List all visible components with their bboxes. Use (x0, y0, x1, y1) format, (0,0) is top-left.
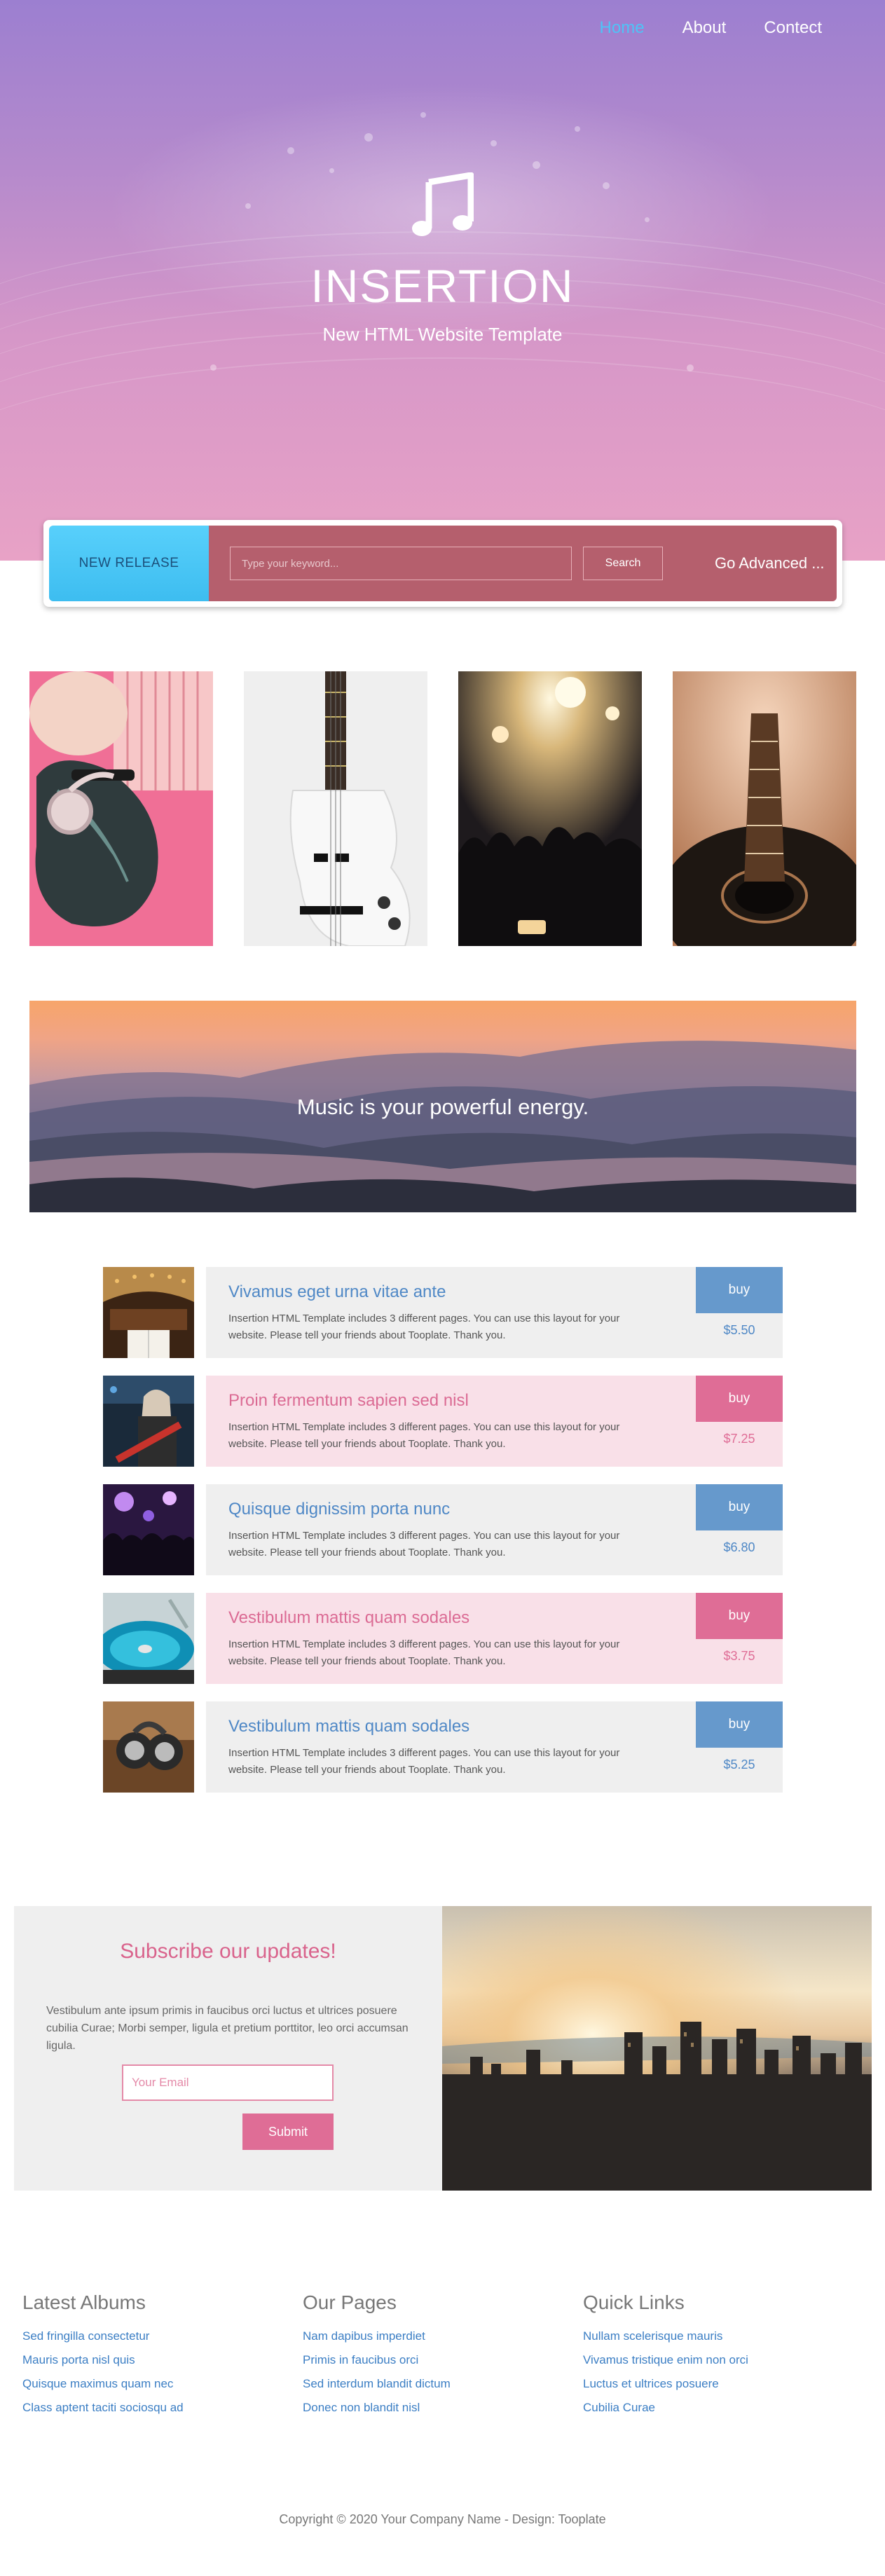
product-description: Insertion HTML Template includes 3 diffe… (228, 1421, 620, 1450)
footer-columns: Latest Albums Sed fringilla consectetur … (22, 2291, 863, 2425)
product-card: Vestibulum mattis quam sodales Insertion… (206, 1593, 783, 1684)
photo-gallery (29, 671, 856, 946)
bokeh-dot (490, 140, 497, 146)
city-skyline-photo (442, 1906, 872, 2191)
banner-text: Music is your powerful energy. (296, 1095, 589, 1119)
footer-link[interactable]: Sed interdum blandit dictum (303, 2377, 583, 2391)
subscribe-text: Vestibulum ante ipsum primis in faucibus… (46, 2005, 409, 2052)
bokeh-dot (287, 147, 294, 154)
gallery-photo-acoustic-guitar (673, 671, 856, 946)
product-price: $5.50 (723, 1323, 755, 1337)
product-thumbnail (103, 1376, 194, 1467)
product-list: Vivamus eget urna vitae ante Insertion H… (103, 1267, 783, 1810)
bokeh-dot (645, 217, 650, 222)
bokeh-dot (420, 112, 426, 118)
product-description: Insertion HTML Template includes 3 diffe… (228, 1530, 620, 1558)
bokeh-dot (210, 364, 217, 371)
new-release-button[interactable]: NEW RELEASE (49, 526, 209, 601)
nav-about[interactable]: About (682, 18, 727, 38)
hero-title: INSERTION (310, 260, 575, 312)
gallery-photo-concert (458, 671, 642, 946)
email-input[interactable] (122, 2064, 334, 2101)
footer-column-title: Quick Links (583, 2291, 685, 2313)
keyword-input[interactable] (230, 547, 572, 580)
product-item: Quisque dignissim porta nunc Insertion H… (103, 1484, 783, 1575)
nav-contact[interactable]: Contect (764, 18, 822, 38)
copyright-text: Copyright © 2020 Your Company Name - Des… (279, 2512, 606, 2526)
footer-link[interactable]: Donec non blandit nisl (303, 2401, 583, 2415)
footer-link[interactable]: Nam dapibus imperdiet (303, 2329, 583, 2343)
product-thumbnail (103, 1484, 194, 1575)
search-button[interactable]: Search (583, 547, 663, 580)
submit-button[interactable]: Submit (242, 2113, 334, 2150)
product-item: Proin fermentum sapien sed nisl Insertio… (103, 1376, 783, 1467)
hero-subtitle: New HTML Website Template (322, 324, 563, 345)
go-advanced-link[interactable]: Go Advanced ... (715, 554, 825, 573)
music-note-icon (412, 172, 474, 236)
product-price: $5.25 (723, 1758, 755, 1772)
buy-button[interactable]: buy (696, 1484, 783, 1530)
subscribe-panel: Subscribe our updates! Vestibulum ante i… (14, 1906, 442, 2191)
product-description: Insertion HTML Template includes 3 diffe… (228, 1313, 620, 1341)
product-thumbnail (103, 1701, 194, 1793)
footer-column-quick-links: Quick Links Nullam scelerisque mauris Vi… (583, 2291, 863, 2425)
footer-link[interactable]: Luctus et ultrices posuere (583, 2377, 863, 2391)
gallery-photo-headphones (29, 671, 213, 946)
product-item: Vivamus eget urna vitae ante Insertion H… (103, 1267, 783, 1358)
buy-button[interactable]: buy (696, 1267, 783, 1313)
buy-button[interactable]: buy (696, 1376, 783, 1422)
buy-button[interactable]: buy (696, 1701, 783, 1748)
buy-button[interactable]: buy (696, 1593, 783, 1639)
footer-column-latest-albums: Latest Albums Sed fringilla consectetur … (22, 2291, 303, 2425)
footer-link[interactable]: Vivamus tristique enim non orci (583, 2353, 863, 2367)
product-item: Vestibulum mattis quam sodales Insertion… (103, 1593, 783, 1684)
footer-link[interactable]: Sed fringilla consectetur (22, 2329, 303, 2343)
product-description: Insertion HTML Template includes 3 diffe… (228, 1747, 620, 1776)
bokeh-dot (603, 182, 610, 189)
search-area: Search Go Advanced ... (209, 526, 837, 601)
footer-link[interactable]: Nullam scelerisque mauris (583, 2329, 863, 2343)
bokeh-dot (575, 126, 580, 132)
product-thumbnail (103, 1267, 194, 1358)
footer-link[interactable]: Cubilia Curae (583, 2401, 863, 2415)
search-panel: NEW RELEASE Search Go Advanced ... (43, 520, 842, 607)
subscribe-title: Subscribe our updates! (120, 1940, 336, 1963)
bokeh-dot (245, 203, 251, 209)
nav-home[interactable]: Home (600, 18, 645, 38)
gallery-photo-bass-guitar (244, 671, 427, 946)
mountain-banner: Music is your powerful energy. (29, 1001, 856, 1212)
bokeh-dot (533, 161, 540, 169)
footer-link[interactable]: Class aptent taciti sociosqu ad (22, 2401, 303, 2415)
footer-link[interactable]: Primis in faucibus orci (303, 2353, 583, 2367)
product-description: Insertion HTML Template includes 3 diffe… (228, 1638, 620, 1667)
product-price: $6.80 (723, 1540, 755, 1554)
search-inner: NEW RELEASE Search Go Advanced ... (49, 526, 837, 601)
bokeh-dot (364, 133, 373, 142)
product-card: Vivamus eget urna vitae ante Insertion H… (206, 1267, 783, 1358)
product-price: $3.75 (723, 1649, 755, 1663)
product-card: Proin fermentum sapien sed nisl Insertio… (206, 1376, 783, 1467)
hero-section: Home About Contect INSERTION New HTML We… (0, 0, 885, 561)
footer-link[interactable]: Mauris porta nisl quis (22, 2353, 303, 2367)
footer-column-our-pages: Our Pages Nam dapibus imperdiet Primis i… (303, 2291, 583, 2425)
product-card: Vestibulum mattis quam sodales Insertion… (206, 1701, 783, 1793)
footer-column-title: Latest Albums (22, 2291, 146, 2313)
product-price: $7.25 (723, 1432, 755, 1446)
bokeh-dot (687, 364, 694, 371)
bokeh-dot (329, 168, 334, 173)
main-nav: Home About Contect (600, 18, 822, 38)
product-card: Quisque dignissim porta nunc Insertion H… (206, 1484, 783, 1575)
footer-column-title: Our Pages (303, 2291, 397, 2313)
product-thumbnail (103, 1593, 194, 1684)
product-item: Vestibulum mattis quam sodales Insertion… (103, 1701, 783, 1793)
footer-link[interactable]: Quisque maximus quam nec (22, 2377, 303, 2391)
subscribe-section: Subscribe our updates! Vestibulum ante i… (14, 1906, 872, 2191)
